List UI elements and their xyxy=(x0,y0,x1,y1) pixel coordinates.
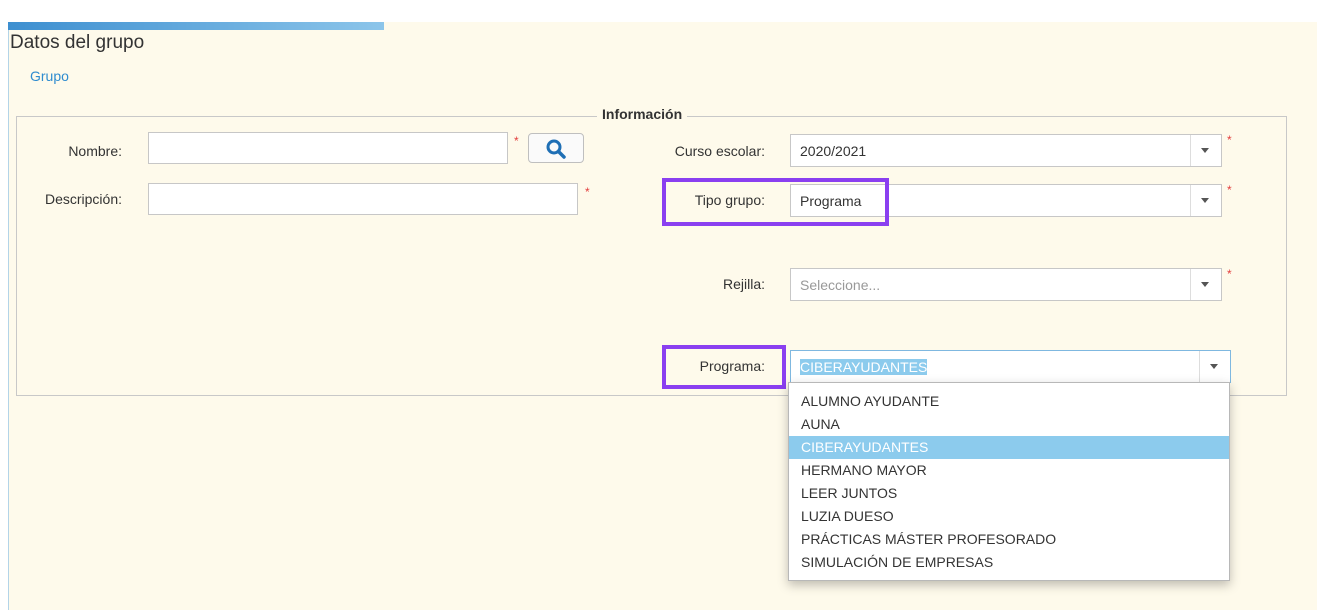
rejilla-select[interactable]: Seleccione... xyxy=(790,268,1222,301)
dropdown-option[interactable]: HERMANO MAYOR xyxy=(789,459,1229,482)
dropdown-option-selected[interactable]: CIBERAYUDANTES xyxy=(789,436,1229,459)
dropdown-option[interactable]: PRÁCTICAS MÁSTER PROFESORADO xyxy=(789,528,1229,551)
programa-value: CIBERAYUDANTES xyxy=(800,359,928,375)
panel-accent-bar xyxy=(8,22,384,30)
chevron-down-icon[interactable] xyxy=(1190,135,1221,166)
tipo-grupo-highlight-box xyxy=(662,178,889,226)
chevron-down-icon[interactable] xyxy=(1190,185,1221,216)
descripcion-input[interactable] xyxy=(148,183,578,215)
search-icon xyxy=(546,139,566,159)
nombre-required-mark: * xyxy=(514,134,519,148)
page-title: Datos del grupo xyxy=(10,32,145,53)
programa-highlight-box xyxy=(662,345,786,389)
curso-escolar-value: 2020/2021 xyxy=(800,143,867,159)
programa-selected-text: CIBERAYUDANTES xyxy=(800,359,928,375)
dropdown-option[interactable]: LUZIA DUESO xyxy=(789,505,1229,528)
descripcion-label: Descripción: xyxy=(44,191,122,207)
dropdown-option[interactable]: AUNA xyxy=(789,413,1229,436)
rejilla-label: Rejilla: xyxy=(722,276,765,292)
dropdown-option[interactable]: LEER JUNTOS xyxy=(789,482,1229,505)
tipo-required-mark: * xyxy=(1227,183,1232,197)
dropdown-option[interactable]: SIMULACIÓN DE EMPRESAS xyxy=(789,551,1229,574)
rejilla-required-mark: * xyxy=(1227,267,1232,281)
curso-escolar-label: Curso escolar: xyxy=(674,143,765,159)
programa-dropdown-list: ALUMNO AYUDANTE AUNA CIBERAYUDANTES HERM… xyxy=(788,382,1230,581)
chevron-down-icon[interactable] xyxy=(1199,351,1230,382)
curso-required-mark: * xyxy=(1227,133,1232,147)
nombre-input[interactable] xyxy=(148,132,508,164)
rejilla-placeholder: Seleccione... xyxy=(800,277,881,293)
programa-select[interactable]: CIBERAYUDANTES xyxy=(790,350,1231,383)
fieldset-legend: Información xyxy=(597,106,688,122)
descripcion-required-mark: * xyxy=(585,185,590,199)
nombre-label: Nombre: xyxy=(68,143,122,159)
dropdown-option[interactable]: ALUMNO AYUDANTE xyxy=(789,390,1229,413)
search-button[interactable] xyxy=(528,133,584,163)
curso-escolar-select[interactable]: 2020/2021 xyxy=(790,134,1222,167)
tab-grupo[interactable]: Grupo xyxy=(30,68,69,84)
chevron-down-icon[interactable] xyxy=(1190,269,1221,300)
